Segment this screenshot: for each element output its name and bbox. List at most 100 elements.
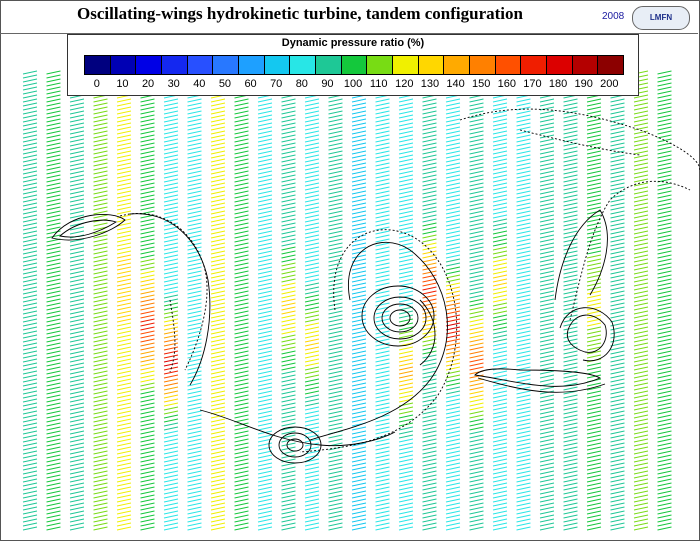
velocity-vector <box>610 210 625 215</box>
velocity-vector <box>116 422 132 427</box>
velocity-vector <box>257 234 273 239</box>
velocity-vector <box>469 314 484 319</box>
velocity-vector <box>469 238 484 243</box>
velocity-vector <box>657 222 672 227</box>
velocity-vector <box>445 110 461 115</box>
velocity-vector <box>46 334 61 339</box>
velocity-vector <box>351 354 367 359</box>
velocity-vector <box>422 442 437 447</box>
velocity-vector <box>163 346 179 351</box>
velocity-vector <box>328 518 343 523</box>
velocity-vector <box>375 494 390 499</box>
velocity-vector <box>516 258 531 263</box>
velocity-vector <box>187 166 202 171</box>
vector-column <box>69 70 85 531</box>
velocity-vector <box>516 298 531 303</box>
velocity-vector <box>116 522 132 527</box>
velocity-vector <box>187 390 202 395</box>
velocity-vector <box>657 238 672 243</box>
velocity-vector <box>539 118 555 123</box>
velocity-vector <box>328 358 343 363</box>
velocity-vector <box>469 306 484 311</box>
velocity-vector <box>281 110 296 115</box>
velocity-vector <box>445 494 461 499</box>
velocity-vector <box>281 366 296 371</box>
velocity-vector <box>469 366 484 371</box>
velocity-vector <box>539 114 555 119</box>
velocity-vector <box>539 362 555 367</box>
velocity-vector <box>304 338 320 343</box>
velocity-vector <box>586 134 602 139</box>
velocity-vector <box>516 310 531 315</box>
velocity-vector <box>469 390 484 395</box>
velocity-vector <box>69 210 85 215</box>
velocity-vector <box>398 474 414 479</box>
velocity-vector <box>422 426 437 431</box>
velocity-vector <box>69 434 85 439</box>
velocity-vector <box>351 138 367 143</box>
velocity-vector <box>187 198 202 203</box>
velocity-vector <box>492 246 508 251</box>
velocity-vector <box>304 122 320 127</box>
velocity-vector <box>539 198 555 203</box>
velocity-vector <box>516 466 531 471</box>
velocity-vector <box>633 510 649 515</box>
velocity-vector <box>140 114 155 119</box>
velocity-vector <box>304 262 320 267</box>
velocity-vector <box>563 394 578 399</box>
velocity-vector <box>445 510 461 515</box>
velocity-vector <box>351 326 367 331</box>
velocity-vector <box>46 142 61 147</box>
velocity-vector <box>398 298 414 303</box>
velocity-vector <box>69 382 85 387</box>
velocity-vector <box>563 406 578 411</box>
velocity-vector <box>46 302 61 307</box>
velocity-vector <box>469 470 484 475</box>
velocity-vector <box>375 522 390 527</box>
velocity-vector <box>633 318 649 323</box>
velocity-vector <box>610 402 625 407</box>
velocity-vector <box>22 454 38 459</box>
velocity-vector <box>516 474 531 479</box>
velocity-vector <box>586 250 602 255</box>
velocity-vector <box>22 146 38 151</box>
velocity-vector <box>116 258 132 263</box>
velocity-vector <box>398 218 414 223</box>
velocity-vector <box>492 374 508 379</box>
velocity-vector <box>398 270 414 275</box>
velocity-vector <box>304 418 320 423</box>
velocity-vector <box>93 474 108 479</box>
velocity-vector <box>375 450 390 455</box>
colorbar-swatch <box>162 56 188 74</box>
velocity-vector <box>304 378 320 383</box>
velocity-vector <box>116 230 132 235</box>
velocity-vector <box>234 278 249 283</box>
velocity-vector <box>633 350 649 355</box>
velocity-vector <box>445 242 461 247</box>
velocity-vector <box>163 466 179 471</box>
velocity-vector <box>210 346 226 351</box>
velocity-vector <box>46 322 61 327</box>
velocity-vector <box>163 454 179 459</box>
velocity-vector <box>234 474 249 479</box>
velocity-vector <box>398 426 414 431</box>
velocity-vector <box>116 98 132 103</box>
velocity-vector <box>187 526 202 531</box>
velocity-vector <box>46 206 61 211</box>
velocity-vector <box>422 214 437 219</box>
velocity-vector <box>46 522 61 527</box>
vector-column <box>633 70 649 531</box>
velocity-vector <box>398 502 414 507</box>
velocity-vector <box>539 490 555 495</box>
velocity-vector <box>351 342 367 347</box>
velocity-vector <box>163 286 179 291</box>
velocity-vector <box>257 314 273 319</box>
velocity-vector <box>93 114 108 119</box>
velocity-vector <box>469 202 484 207</box>
velocity-vector <box>657 210 672 215</box>
velocity-vector <box>586 414 602 419</box>
velocity-vector <box>633 394 649 399</box>
velocity-vector <box>93 186 108 191</box>
velocity-vector <box>633 242 649 247</box>
velocity-vector <box>163 506 179 511</box>
